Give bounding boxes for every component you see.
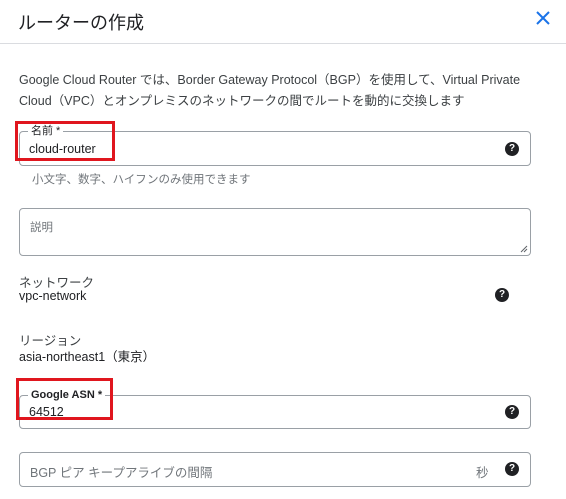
bgp-keepalive-field[interactable]: BGP ピア キープアライブの間隔 秒 ?	[19, 452, 531, 487]
seconds-suffix: 秒	[476, 466, 489, 480]
description-textarea[interactable]: 説明	[19, 208, 531, 256]
help-icon[interactable]: ?	[505, 142, 519, 156]
description-placeholder: 説明	[30, 222, 53, 234]
region-value: asia-northeast1（東京）	[19, 350, 156, 364]
resize-handle-icon[interactable]	[520, 245, 528, 253]
network-value: vpc-network	[19, 289, 87, 303]
google-asn-highlight-box	[16, 378, 113, 420]
bgp-keepalive-placeholder: BGP ピア キープアライブの間隔	[30, 466, 213, 480]
name-field-hint: 小文字、数字、ハイフンのみ使用できます	[32, 174, 251, 186]
help-icon[interactable]: ?	[495, 288, 509, 302]
help-icon[interactable]: ?	[505, 405, 519, 419]
name-field-highlight-box	[15, 121, 115, 161]
dialog-description: Google Cloud Router では、Border Gateway Pr…	[19, 73, 521, 108]
dialog-title: ルーターの作成	[18, 13, 144, 33]
close-icon[interactable]	[533, 8, 553, 28]
dialog-header: ルーターの作成	[0, 0, 566, 44]
help-icon[interactable]: ?	[505, 462, 519, 476]
